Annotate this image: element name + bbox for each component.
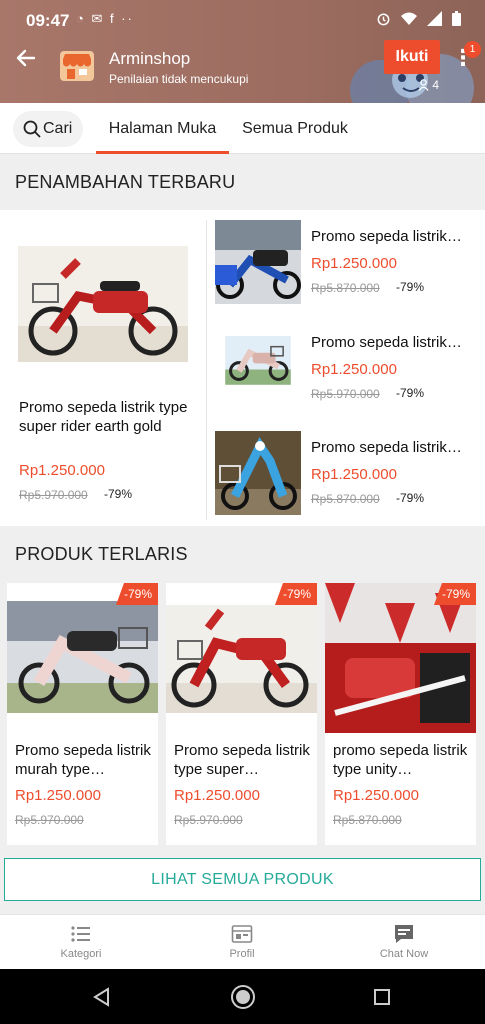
recent-item-title: Promo sepeda listrik… <box>311 439 462 456</box>
recent-item[interactable]: Promo sepeda listrik… Rp1.250.000 Rp5.87… <box>215 431 485 531</box>
recent-item-discount: -79% <box>396 386 425 400</box>
nav-categories[interactable]: Kategori <box>31 923 131 960</box>
recent-item-image <box>215 431 301 515</box>
follower-count-value: 4 <box>432 78 440 92</box>
featured-product-discount: -79% <box>104 487 133 501</box>
person-icon <box>418 79 429 91</box>
recent-item[interactable]: Promo sepeda listrik… Rp1.250.000 Rp5.97… <box>215 326 485 426</box>
recent-item-price: Rp1.250.000 <box>311 466 397 483</box>
bestseller-price: Rp1.250.000 <box>333 787 419 804</box>
recent-item-image <box>225 336 291 385</box>
bestseller-price: Rp1.250.000 <box>15 787 101 804</box>
nav-chat-label: Chat Now <box>379 948 429 960</box>
bestseller-price: Rp1.250.000 <box>174 787 260 804</box>
bestseller-title: Promo sepeda listrik type super… <box>174 742 310 778</box>
recent-item-discount: -79% <box>396 280 425 294</box>
system-navigation-bar <box>0 969 485 1024</box>
recent-item-old-price: Rp5.870.000 <box>311 492 380 506</box>
recent-section-heading: PENAMBAHAN TERBARU <box>0 155 485 210</box>
nav-categories-label: Kategori <box>60 948 102 960</box>
back-arrow-icon[interactable] <box>14 46 40 72</box>
status-bar: 09:47 ◔ ✉ f ·· <box>0 0 485 40</box>
search-label: Cari <box>43 120 73 137</box>
bestseller-image <box>7 583 158 733</box>
tab-home[interactable]: Halaman Muka <box>96 103 229 154</box>
shop-rating-text: Penilaian tidak mencukupi <box>109 72 249 86</box>
recent-item-price: Rp1.250.000 <box>311 255 397 272</box>
battery-icon <box>452 11 461 26</box>
storefront-icon <box>231 925 253 943</box>
system-recents-icon[interactable] <box>374 989 390 1005</box>
bestseller-old-price: Rp5.870.000 <box>333 813 402 827</box>
nav-profile-label: Profil <box>229 948 255 960</box>
system-back-icon[interactable] <box>92 987 112 1007</box>
featured-product-title: Promo sepeda listrik type super rider ea… <box>19 399 188 435</box>
recent-item-old-price: Rp5.970.000 <box>311 387 380 401</box>
shop-tab-bar: Cari Halaman Muka Semua Produk <box>0 103 485 154</box>
featured-product-image <box>18 246 188 362</box>
recent-item-image <box>215 220 301 304</box>
shop-logo-icon <box>60 51 94 81</box>
recent-item-discount: -79% <box>396 491 425 505</box>
tab-all-products[interactable]: Semua Produk <box>236 103 354 154</box>
featured-product-price: Rp1.250.000 <box>19 462 105 479</box>
wifi-icon <box>401 12 417 25</box>
recent-products-panel: Promo sepeda listrik type super rider ea… <box>0 210 485 526</box>
signal-icon <box>427 11 442 26</box>
bestseller-card[interactable]: -79% Promo sepeda listrik murah type… Rp… <box>7 583 158 845</box>
divider <box>206 220 207 520</box>
recent-item-title: Promo sepeda listrik… <box>311 334 462 351</box>
bestseller-card[interactable]: -79% Promo sepeda listrik type super… Rp… <box>166 583 317 845</box>
notification-badge: 1 <box>464 41 481 58</box>
follower-count: 4 <box>418 78 439 92</box>
list-icon <box>71 926 90 942</box>
recent-item-old-price: Rp5.870.000 <box>311 281 380 295</box>
bestseller-image <box>325 583 476 733</box>
nav-chat[interactable]: Chat Now <box>354 923 454 960</box>
alarm-icon <box>377 13 390 26</box>
recent-item-title: Promo sepeda listrik… <box>311 228 462 245</box>
system-home-icon[interactable] <box>230 984 256 1010</box>
status-time: 09:47 <box>26 11 70 30</box>
shop-header: 09:47 ◔ ✉ f ·· Arminshop Penilaian tidak… <box>0 0 485 103</box>
notification-icons: ◔ ✉ f ·· <box>76 11 134 26</box>
bestseller-title: Promo sepeda listrik murah type… <box>15 742 151 778</box>
search-icon <box>23 120 41 138</box>
featured-product-old-price: Rp5.970.000 <box>19 488 88 502</box>
follow-button[interactable]: Ikuti <box>384 40 440 74</box>
recent-item[interactable]: Promo sepeda listrik… Rp1.250.000 Rp5.87… <box>215 220 485 320</box>
nav-profile[interactable]: Profil <box>192 923 292 960</box>
bestsellers-section-heading: PRODUK TERLARIS <box>0 527 485 582</box>
search-button[interactable]: Cari <box>13 111 83 147</box>
see-all-products-button[interactable]: LIHAT SEMUA PRODUK <box>4 858 481 901</box>
bestseller-card[interactable]: -79% promo sepeda listrik type unity… Rp… <box>325 583 476 845</box>
recent-item-price: Rp1.250.000 <box>311 361 397 378</box>
bestseller-old-price: Rp5.970.000 <box>15 813 84 827</box>
bestseller-image <box>166 583 317 733</box>
bottom-nav: Kategori Profil Chat Now <box>0 914 485 969</box>
chat-icon <box>395 925 413 943</box>
system-status-icons <box>376 11 461 26</box>
bestseller-title: promo sepeda listrik type unity… <box>333 742 468 778</box>
shop-name: Arminshop <box>109 49 191 68</box>
bestseller-old-price: Rp5.970.000 <box>174 813 243 827</box>
